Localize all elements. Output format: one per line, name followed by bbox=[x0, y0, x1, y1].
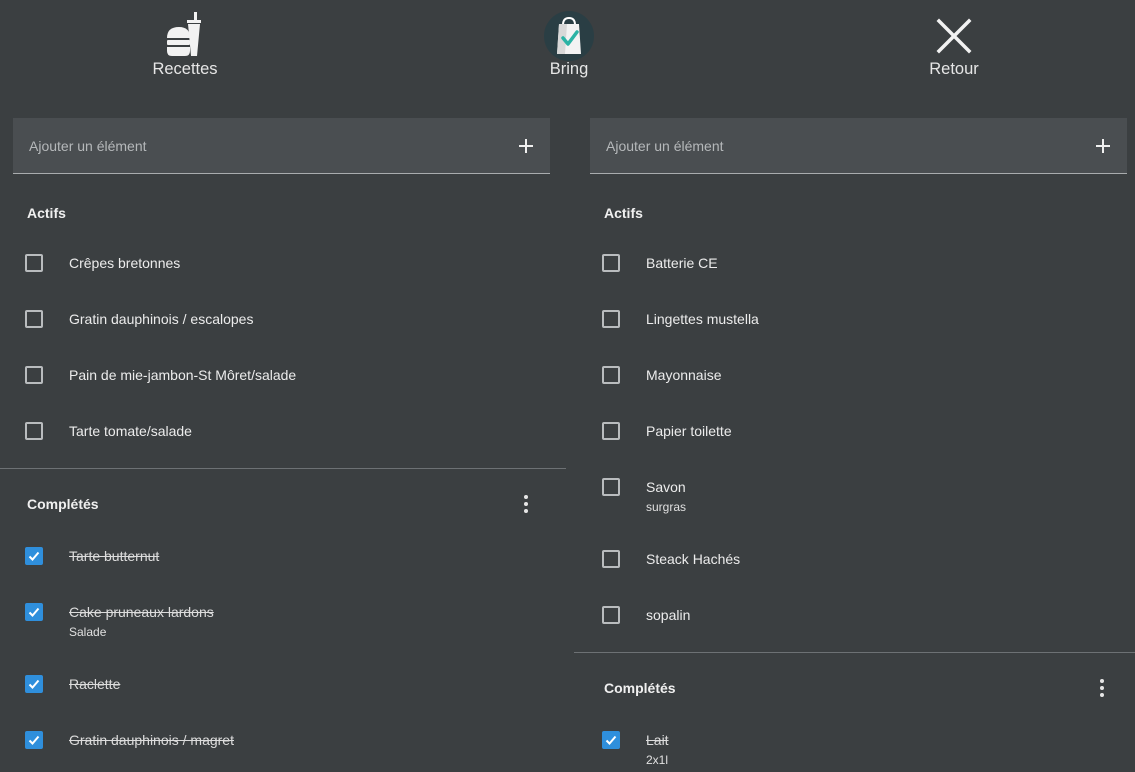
recipes-list-panel: Actifs Crêpes bretonnes Gratin dauphinoi… bbox=[0, 118, 566, 772]
item-label: Crêpes bretonnes bbox=[69, 255, 181, 271]
item-label: Lait bbox=[646, 732, 669, 748]
checkmark-icon bbox=[28, 679, 40, 689]
list-item[interactable]: Crêpes bretonnes bbox=[25, 254, 545, 294]
recettes-label: Recettes bbox=[152, 60, 218, 78]
checkmark-icon bbox=[28, 607, 40, 617]
list-item[interactable]: Savon surgras bbox=[602, 478, 1122, 518]
list-item-completed[interactable]: Lait 2x1l bbox=[602, 731, 1122, 771]
recettes-button[interactable]: Recettes bbox=[115, 8, 255, 84]
item-checkbox[interactable] bbox=[602, 422, 620, 440]
item-checkbox[interactable] bbox=[25, 254, 43, 272]
item-note: surgras bbox=[646, 500, 687, 514]
item-label: Tarte tomate/salade bbox=[69, 423, 192, 439]
item-label: Pain de mie-jambon-St Môret/salade bbox=[69, 367, 297, 383]
checkmark-icon bbox=[28, 735, 40, 745]
list-item[interactable]: Gratin dauphinois / escalopes bbox=[25, 310, 545, 350]
add-plus-icon[interactable] bbox=[518, 138, 534, 154]
list-item-completed[interactable]: Cake pruneaux lardons Salade bbox=[25, 603, 545, 643]
checkmark-icon bbox=[28, 551, 40, 561]
item-checkbox[interactable] bbox=[25, 422, 43, 440]
list-item-completed[interactable]: Tarte butternut bbox=[25, 547, 545, 587]
item-checkbox[interactable] bbox=[602, 606, 620, 624]
top-nav: Recettes Bring Retour bbox=[0, 0, 1135, 90]
retour-label: Retour bbox=[929, 60, 979, 78]
item-checkbox-checked[interactable] bbox=[25, 731, 43, 749]
item-label: Raclette bbox=[69, 676, 121, 692]
item-label: Tarte butternut bbox=[69, 548, 160, 564]
list-item[interactable]: Mayonnaise bbox=[602, 366, 1122, 406]
list-item[interactable]: Papier toilette bbox=[602, 422, 1122, 462]
active-section-title: Actifs bbox=[27, 205, 66, 221]
completed-section-title: Complétés bbox=[604, 680, 676, 696]
item-checkbox-checked[interactable] bbox=[25, 547, 43, 565]
retour-button[interactable]: Retour bbox=[884, 8, 1024, 84]
item-checkbox[interactable] bbox=[25, 310, 43, 328]
item-checkbox[interactable] bbox=[602, 254, 620, 272]
more-options-icon[interactable] bbox=[523, 495, 529, 513]
item-label: Batterie CE bbox=[646, 255, 718, 271]
list-item-completed[interactable]: Gratin dauphinois / magret bbox=[25, 731, 545, 771]
bring-label: Bring bbox=[549, 60, 589, 78]
item-label: Gratin dauphinois / magret bbox=[69, 732, 234, 748]
item-checkbox-checked[interactable] bbox=[25, 675, 43, 693]
section-divider bbox=[0, 468, 566, 469]
item-checkbox[interactable] bbox=[602, 550, 620, 568]
item-label: sopalin bbox=[646, 607, 691, 623]
add-plus-icon[interactable] bbox=[1095, 138, 1111, 154]
bring-button[interactable]: Bring bbox=[499, 8, 639, 84]
item-label: Cake pruneaux lardons bbox=[69, 604, 214, 620]
item-checkbox[interactable] bbox=[602, 478, 620, 496]
item-checkbox[interactable] bbox=[602, 366, 620, 384]
item-checkbox-checked[interactable] bbox=[602, 731, 620, 749]
close-icon bbox=[936, 18, 972, 54]
add-item-field bbox=[13, 118, 550, 174]
list-item-completed[interactable]: Raclette bbox=[25, 675, 545, 715]
list-item[interactable]: Lingettes mustella bbox=[602, 310, 1122, 350]
item-checkbox[interactable] bbox=[25, 366, 43, 384]
burger-drink-icon bbox=[167, 12, 201, 56]
list-item[interactable]: sopalin bbox=[602, 606, 1122, 646]
add-item-input[interactable] bbox=[13, 118, 483, 173]
item-checkbox-checked[interactable] bbox=[25, 603, 43, 621]
add-item-field bbox=[590, 118, 1127, 174]
list-item[interactable]: Tarte tomate/salade bbox=[25, 422, 545, 462]
add-item-input[interactable] bbox=[590, 118, 1060, 173]
item-note: 2x1l bbox=[646, 753, 669, 767]
shopping-list-panel: Actifs Batterie CE Lingettes mustella Ma… bbox=[574, 118, 1135, 772]
item-label: Steack Hachés bbox=[646, 551, 741, 567]
list-item[interactable]: Batterie CE bbox=[602, 254, 1122, 294]
section-divider bbox=[574, 652, 1135, 653]
item-label: Papier toilette bbox=[646, 423, 732, 439]
item-note: Salade bbox=[69, 625, 107, 639]
item-checkbox[interactable] bbox=[602, 310, 620, 328]
item-label: Savon bbox=[646, 479, 686, 495]
item-label: Mayonnaise bbox=[646, 367, 722, 383]
bring-bag-icon bbox=[544, 11, 594, 61]
item-label: Gratin dauphinois / escalopes bbox=[69, 311, 254, 327]
active-section-title: Actifs bbox=[604, 205, 643, 221]
checkmark-icon bbox=[605, 735, 617, 745]
item-label: Lingettes mustella bbox=[646, 311, 759, 327]
list-item[interactable]: Pain de mie-jambon-St Môret/salade bbox=[25, 366, 545, 406]
list-item[interactable]: Steack Hachés bbox=[602, 550, 1122, 590]
more-options-icon[interactable] bbox=[1099, 679, 1105, 697]
completed-section-title: Complétés bbox=[27, 496, 99, 512]
